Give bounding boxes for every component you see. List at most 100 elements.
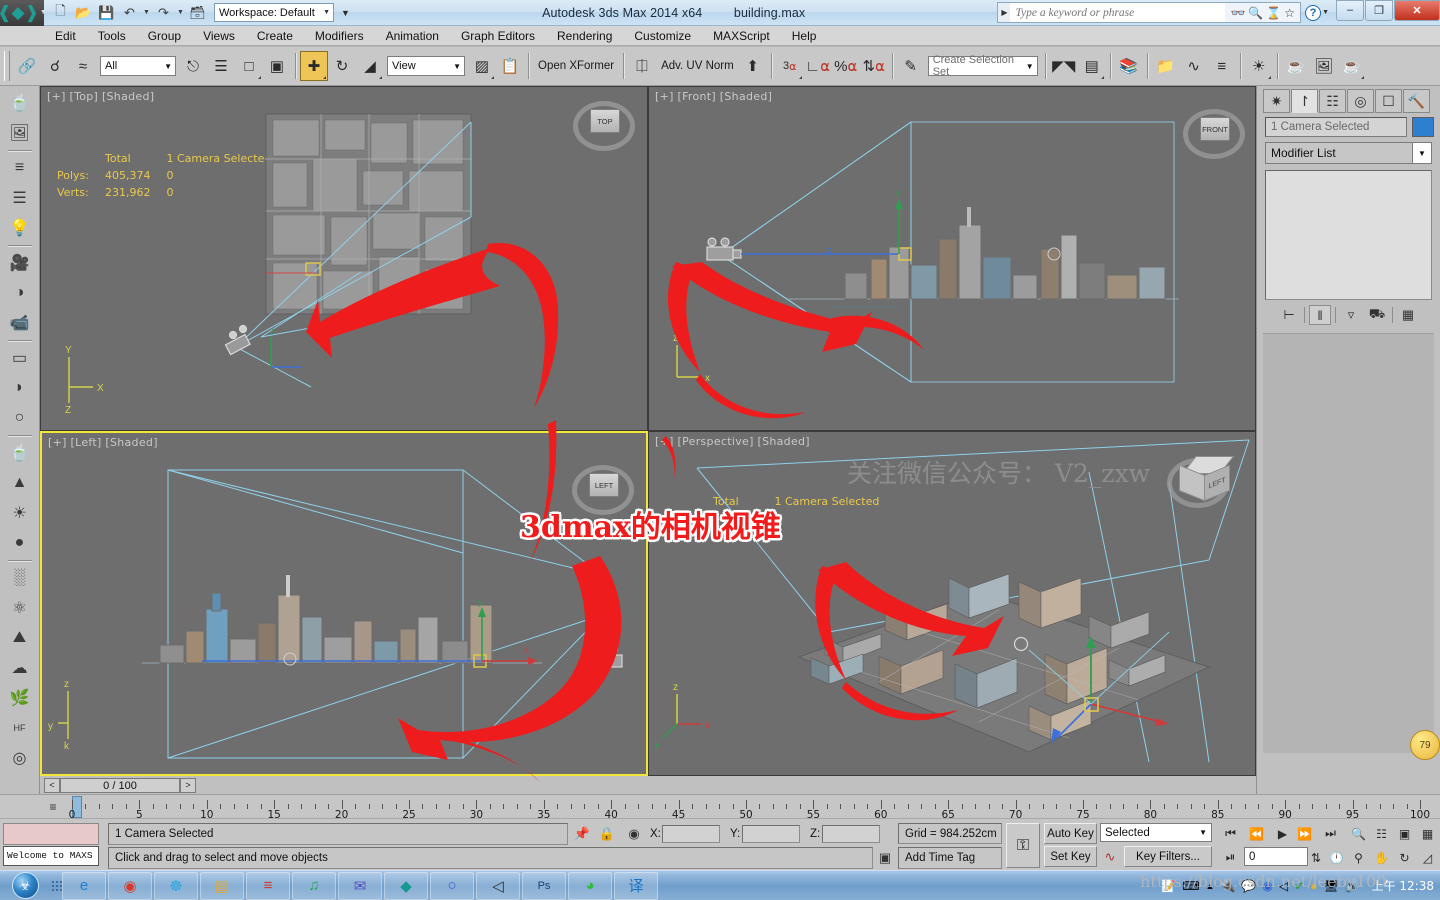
atom-icon[interactable]: ⚛ [4, 593, 36, 623]
select-and-link-icon[interactable]: 🔗 [13, 51, 41, 81]
workspace-selector[interactable]: Workspace: Default ▼ [214, 3, 334, 22]
object-name-field[interactable]: 1 Camera Selected [1265, 117, 1407, 137]
search-input[interactable] [1010, 3, 1226, 22]
select-and-move-icon[interactable]: ✚ [300, 51, 328, 81]
render-preview-icon[interactable]: 🖼 [4, 118, 36, 148]
hierarchy-tab[interactable]: ☷ [1319, 89, 1346, 113]
coord-z-field[interactable] [822, 825, 880, 843]
menu-item-help[interactable]: Help [781, 27, 828, 45]
snaps-toggle-3d-icon[interactable]: 3 ⍺ [776, 51, 804, 81]
search-expand-icon[interactable]: ▶ [998, 3, 1011, 22]
modify-tab[interactable]: ↾ [1291, 89, 1318, 113]
align-icon[interactable]: ▤ [1078, 51, 1106, 81]
grass-icon[interactable]: 🌿 [4, 683, 36, 713]
restore-button[interactable]: ❐ [1365, 0, 1393, 21]
camera-icon[interactable]: 🎥 [4, 248, 36, 278]
viewport-top[interactable]: [+] [Top] [Shaded] Total 1 Camera Select… [40, 86, 648, 431]
window-crossing-icon[interactable]: ▣ [263, 51, 291, 81]
help-button[interactable]: ? ▼ [1305, 4, 1329, 21]
maxscript-mini-listener-output[interactable]: Welcome to MAXS [3, 846, 99, 866]
cinema-icon[interactable]: ○ [430, 871, 474, 900]
wechat-icon[interactable]: ◕ [568, 871, 612, 900]
menu-item-group[interactable]: Group [137, 27, 192, 45]
layer-manager-icon[interactable]: 📚 [1115, 51, 1143, 81]
open-file-icon[interactable]: 📂 [73, 2, 94, 23]
track-bar[interactable]: ≡ 0 5 10 15 20 25 30 35 40 45 50 55 60 65 70 75 80 85 90 95… [0, 794, 1440, 821]
zoom-all-icon[interactable]: ☷ [1371, 823, 1392, 844]
rock-icon[interactable]: ☁ [4, 653, 36, 683]
rendered-frame-window-icon[interactable]: 🖼 [1310, 51, 1338, 81]
unlink-selection-icon[interactable]: ☌ [41, 51, 69, 81]
zoom-extents-all-icon[interactable]: ▦ [1417, 823, 1438, 844]
selection-lock-toggle-icon[interactable]: 🔒 [598, 825, 616, 843]
info-center-search[interactable]: ▶ 👓 🔍 ⌛ ☆ [997, 2, 1302, 23]
viewport-top-viewcube[interactable]: TOP [573, 95, 637, 159]
frame-spinner-icon[interactable]: ⇅ [1310, 847, 1322, 868]
camera-red-icon[interactable]: 📹 [4, 308, 36, 338]
file-explorer-icon[interactable]: ▤ [200, 871, 244, 900]
favorites-star-icon[interactable]: ☆ [1284, 6, 1295, 20]
selection-filter-combo[interactable]: All ▼ [100, 56, 176, 76]
unity-icon[interactable]: ◁ [476, 871, 520, 900]
binoculars-icon[interactable]: 👓 [1230, 6, 1245, 20]
viewport-perspective-viewcube[interactable]: LEFT [1167, 448, 1237, 508]
menu-item-views[interactable]: Views [192, 27, 246, 45]
qq-music-icon[interactable]: ♫ [292, 871, 336, 900]
add-time-tag-button[interactable]: Add Time Tag [898, 847, 1002, 869]
start-button[interactable]: ☣ [0, 871, 50, 900]
play-animation-icon[interactable]: ▶ [1272, 823, 1293, 844]
grid-icon[interactable]: ░ [4, 563, 36, 593]
remove-modifier-icon[interactable]: ⛟ [1366, 305, 1388, 325]
subscription-icon[interactable]: ⌛ [1266, 6, 1281, 20]
modifier-stack-list[interactable] [1265, 170, 1432, 300]
material-editor-icon[interactable]: ☀ [1245, 51, 1273, 81]
new-file-icon[interactable]: 🗋 [50, 2, 71, 23]
viewport-front[interactable]: [+] [Front] [Shaded] Y z z x FRONT [648, 86, 1256, 431]
go-to-start-icon[interactable]: ⏮ [1220, 823, 1241, 844]
viewport-left[interactable]: [+] [Left] [Shaded] y x z k y LEFT [40, 431, 648, 776]
selection-lock-pin-icon[interactable]: 📌 [573, 825, 591, 843]
360-browser-icon[interactable]: ☸ [154, 871, 198, 900]
current-frame-field[interactable]: 0 [1244, 847, 1308, 866]
named-selection-sets-combo[interactable]: Create Selection Set ▼ [927, 54, 1038, 78]
open-mini-curve-editor-icon[interactable]: ≡ [42, 798, 64, 816]
display-tab[interactable]: ☐ [1375, 89, 1402, 113]
chevron-down-icon[interactable]: ▼ [1412, 143, 1431, 163]
schematic-view-icon[interactable]: ≡ [1208, 51, 1236, 81]
select-and-rotate-icon[interactable]: ↻ [328, 51, 356, 81]
render-progress-badge[interactable]: 79 [1410, 730, 1440, 760]
panel-sliders-icon[interactable]: ☰ [4, 183, 36, 213]
undo-icon[interactable]: ↶ [119, 2, 140, 23]
menu-item-graph-editors[interactable]: Graph Editors [450, 27, 546, 45]
menu-item-create[interactable]: Create [246, 27, 304, 45]
motion-tab[interactable]: ◎ [1347, 89, 1374, 113]
zoom-icon[interactable]: 🔍 [1348, 823, 1369, 844]
spinner-snap-toggle-icon[interactable]: ⇅ ⍺ [860, 51, 888, 81]
light-lister-icon[interactable]: 💡 [4, 213, 36, 243]
translate-icon[interactable]: 译 [614, 871, 658, 900]
edit-named-selection-sets-icon[interactable]: ✎ [897, 51, 925, 81]
previous-frame-icon[interactable]: ⏪ [1246, 823, 1267, 844]
scene-explorer-icon[interactable]: 📋 [496, 51, 524, 81]
redo-icon[interactable]: ↷ [153, 2, 174, 23]
search-icon[interactable]: 🔍 [1248, 6, 1263, 20]
render-production-icon[interactable]: ☕ [1338, 51, 1366, 81]
winrar-icon[interactable]: ≡ [246, 871, 290, 900]
google-chrome-icon[interactable]: ◉ [108, 871, 152, 900]
menu-item-edit[interactable]: Edit [44, 27, 87, 45]
menu-item-maxscript[interactable]: MAXScript [702, 27, 781, 45]
sphere-gold-icon[interactable]: ● [4, 528, 36, 558]
zoom-region-icon[interactable]: ⚲ [1348, 847, 1369, 868]
pyramid-icon[interactable]: ⛰ [4, 623, 36, 653]
toolbar-grip[interactable] [4, 51, 10, 81]
panel-list-icon[interactable]: ≡ [4, 153, 36, 183]
use-pivot-point-center-icon[interactable]: ▨ [468, 51, 496, 81]
3dsmax-icon[interactable]: ◆ [384, 871, 428, 900]
set-key-button[interactable]: Set Key [1044, 846, 1097, 867]
foxmail-icon[interactable]: ✉ [338, 871, 382, 900]
dome-icon[interactable]: ◗ [4, 373, 36, 403]
photoshop-icon[interactable]: Ps [522, 871, 566, 900]
internet-explorer-icon[interactable]: e [62, 871, 106, 900]
time-configuration-icon[interactable]: 🕛 [1326, 847, 1347, 868]
camera-shadow-icon[interactable]: ◑ [4, 278, 36, 308]
